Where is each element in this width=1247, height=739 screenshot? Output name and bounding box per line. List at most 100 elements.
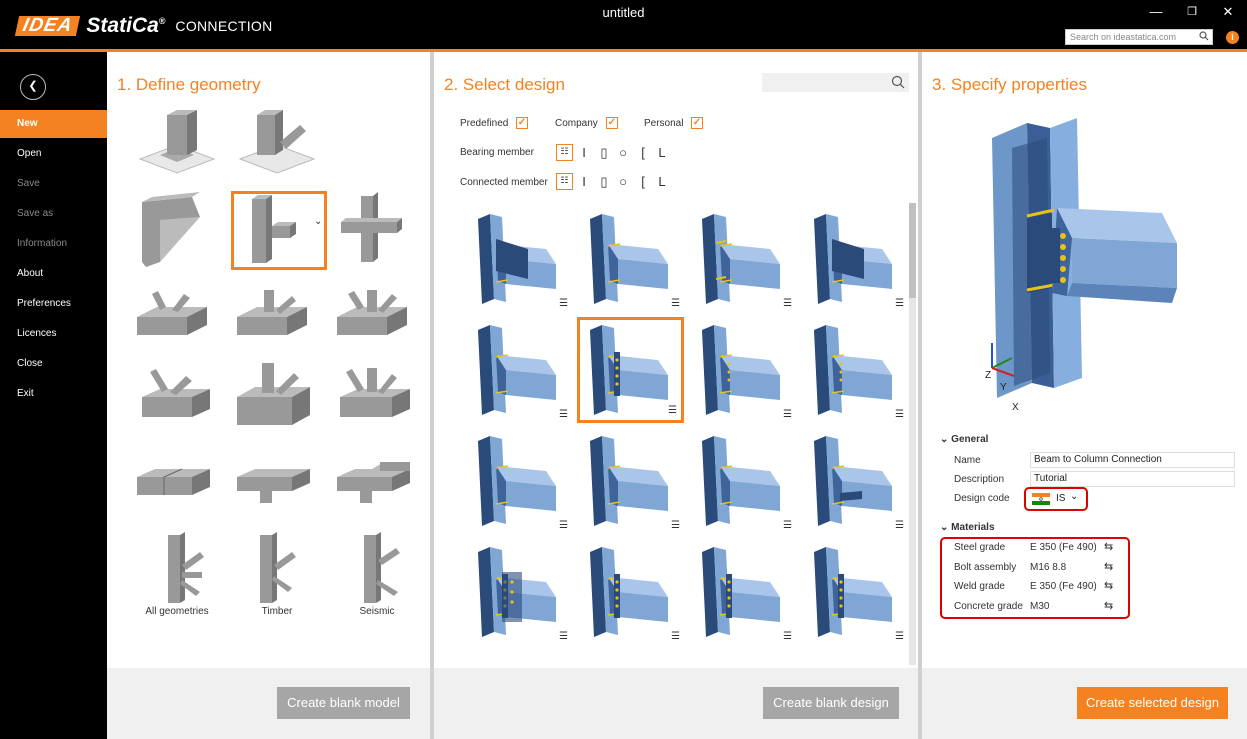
design-settings-icon[interactable]: ☰ xyxy=(895,298,904,309)
design-thumbnail[interactable]: ☰ xyxy=(804,542,908,646)
general-section-toggle[interactable]: ⌄ General xyxy=(940,434,988,445)
sidebar-item-licences[interactable]: Licences xyxy=(0,320,107,348)
connected-all-icon[interactable]: ☷ xyxy=(556,173,573,190)
geometry-beam-splice-t[interactable] xyxy=(232,452,322,522)
bearing-rhs-icon[interactable]: ▯ xyxy=(598,146,610,160)
geometry-corner[interactable] xyxy=(132,192,222,267)
design-thumbnail[interactable]: ☰ xyxy=(468,431,572,535)
web-search-input[interactable]: Search on ideastatica.com xyxy=(1065,29,1213,45)
design-thumbnail[interactable]: ☰ xyxy=(468,320,572,424)
seismic-label: Seismic xyxy=(359,606,395,617)
bearing-i-section-icon[interactable]: I xyxy=(578,146,590,160)
design-thumbnail[interactable]: ☰ xyxy=(804,431,908,535)
design-settings-icon[interactable]: ☰ xyxy=(895,520,904,531)
design-settings-icon[interactable]: ☰ xyxy=(559,409,568,420)
design-settings-icon[interactable]: ☰ xyxy=(668,405,677,416)
sidebar-item-preferences[interactable]: Preferences xyxy=(0,290,107,318)
filter-predefined-checkbox[interactable]: ✓ xyxy=(516,117,528,129)
design-search-input[interactable] xyxy=(762,73,909,92)
design-thumbnail[interactable]: ☰ xyxy=(580,209,684,313)
design-thumbnail[interactable]: ☰ xyxy=(804,320,908,424)
logo-product: CONNECTION xyxy=(175,18,273,34)
back-button[interactable]: ❮ xyxy=(20,74,46,100)
geometry-chord-y[interactable] xyxy=(132,362,222,432)
geometry-truss-t[interactable] xyxy=(232,282,322,352)
design-thumbnail[interactable]: ☰ xyxy=(580,542,684,646)
geometry-timber[interactable] xyxy=(232,530,322,603)
bearing-all-icon[interactable]: ☷ xyxy=(556,144,573,161)
sidebar-item-about[interactable]: About xyxy=(0,260,107,288)
design-thumbnail[interactable]: ☰ xyxy=(577,317,684,423)
design-settings-icon[interactable]: ☰ xyxy=(783,409,792,420)
geometry-splice[interactable] xyxy=(132,452,222,522)
geometry-chord-large[interactable] xyxy=(232,357,322,427)
geometry-base-plate[interactable] xyxy=(132,107,222,177)
design-thumbnail[interactable]: ☰ xyxy=(804,209,908,313)
design-thumbnail[interactable]: ☰ xyxy=(692,320,796,424)
design-scrollbar-thumb[interactable] xyxy=(909,203,916,298)
axis-z-label: Z xyxy=(985,370,992,381)
design-thumbnail[interactable]: ☰ xyxy=(468,209,572,313)
design-thumbnail[interactable]: ☰ xyxy=(692,431,796,535)
bearing-channel-icon[interactable]: [ xyxy=(637,146,649,160)
sidebar-item-information: Information xyxy=(17,238,68,249)
design-thumbnail[interactable]: ☰ xyxy=(580,431,684,535)
geometry-cross[interactable] xyxy=(337,192,427,262)
design-settings-icon[interactable]: ☰ xyxy=(895,409,904,420)
logo-idea: IDEA xyxy=(14,15,81,36)
design-thumbnail[interactable]: ☰ xyxy=(468,542,572,646)
design-settings-icon[interactable]: ☰ xyxy=(783,298,792,309)
geometry-beam-to-column[interactable]: ⌄ xyxy=(231,191,327,270)
bearing-angle-icon[interactable]: L xyxy=(656,146,668,160)
design-search-icon xyxy=(891,75,905,94)
description-field[interactable]: Tutorial xyxy=(1030,471,1235,487)
connected-chs-icon[interactable]: ○ xyxy=(617,175,629,189)
name-field[interactable]: Beam to Column Connection xyxy=(1030,452,1235,468)
close-window-button[interactable]: ✕ xyxy=(1219,4,1237,20)
create-blank-model-button[interactable]: Create blank model xyxy=(277,687,410,719)
bearing-chs-icon[interactable]: ○ xyxy=(617,146,629,160)
design-settings-icon[interactable]: ☰ xyxy=(895,631,904,642)
axis-y-label: Y xyxy=(1000,382,1007,393)
design-scrollbar[interactable] xyxy=(909,203,916,665)
filter-company-label: Company xyxy=(555,118,598,129)
design-settings-icon[interactable]: ☰ xyxy=(671,631,680,642)
geometry-seismic[interactable] xyxy=(332,530,422,603)
geometry-chord-x[interactable] xyxy=(332,362,422,432)
geometry-truss-k[interactable] xyxy=(332,282,422,352)
geometry-all[interactable] xyxy=(132,530,222,603)
design-settings-icon[interactable]: ☰ xyxy=(671,520,680,531)
sidebar-item-new[interactable]: New xyxy=(0,110,107,138)
design-settings-icon[interactable]: ☰ xyxy=(559,520,568,531)
bearing-member-label: Bearing member xyxy=(460,147,534,158)
connection-preview[interactable]: Z Y X xyxy=(972,118,1192,413)
sidebar-item-close[interactable]: Close xyxy=(0,350,107,378)
sidebar-item-open[interactable]: Open xyxy=(0,140,107,168)
properties-title: 3. Specify properties xyxy=(932,75,1087,94)
restore-button[interactable]: ❐ xyxy=(1183,4,1201,20)
geometry-truss-v[interactable] xyxy=(132,282,222,352)
materials-section-toggle[interactable]: ⌄ Materials xyxy=(940,522,995,533)
connected-angle-icon[interactable]: L xyxy=(656,175,668,189)
geometry-footer: Create blank model xyxy=(107,668,430,739)
connected-i-section-icon[interactable]: I xyxy=(578,175,590,189)
connected-rhs-icon[interactable]: ▯ xyxy=(598,175,610,189)
design-settings-icon[interactable]: ☰ xyxy=(559,298,568,309)
design-settings-icon[interactable]: ☰ xyxy=(783,520,792,531)
design-settings-icon[interactable]: ☰ xyxy=(559,631,568,642)
filter-company-checkbox[interactable]: ✓ xyxy=(606,117,618,129)
design-thumbnail[interactable]: ☰ xyxy=(692,542,796,646)
info-icon[interactable]: i xyxy=(1226,31,1239,44)
create-blank-design-button[interactable]: Create blank design xyxy=(763,687,899,719)
design-settings-icon[interactable]: ☰ xyxy=(783,631,792,642)
sidebar-item-exit[interactable]: Exit xyxy=(0,380,107,408)
design-thumbnail[interactable]: ☰ xyxy=(692,209,796,313)
filter-personal-checkbox[interactable]: ✓ xyxy=(691,117,703,129)
logo-statica: StatiCa® xyxy=(86,14,166,37)
geometry-base-plate-brace[interactable] xyxy=(232,107,322,177)
connected-channel-icon[interactable]: [ xyxy=(637,175,649,189)
geometry-beam-cross[interactable] xyxy=(332,452,422,522)
minimize-button[interactable]: — xyxy=(1147,4,1165,20)
design-settings-icon[interactable]: ☰ xyxy=(671,298,680,309)
create-selected-design-button[interactable]: Create selected design xyxy=(1077,687,1228,719)
